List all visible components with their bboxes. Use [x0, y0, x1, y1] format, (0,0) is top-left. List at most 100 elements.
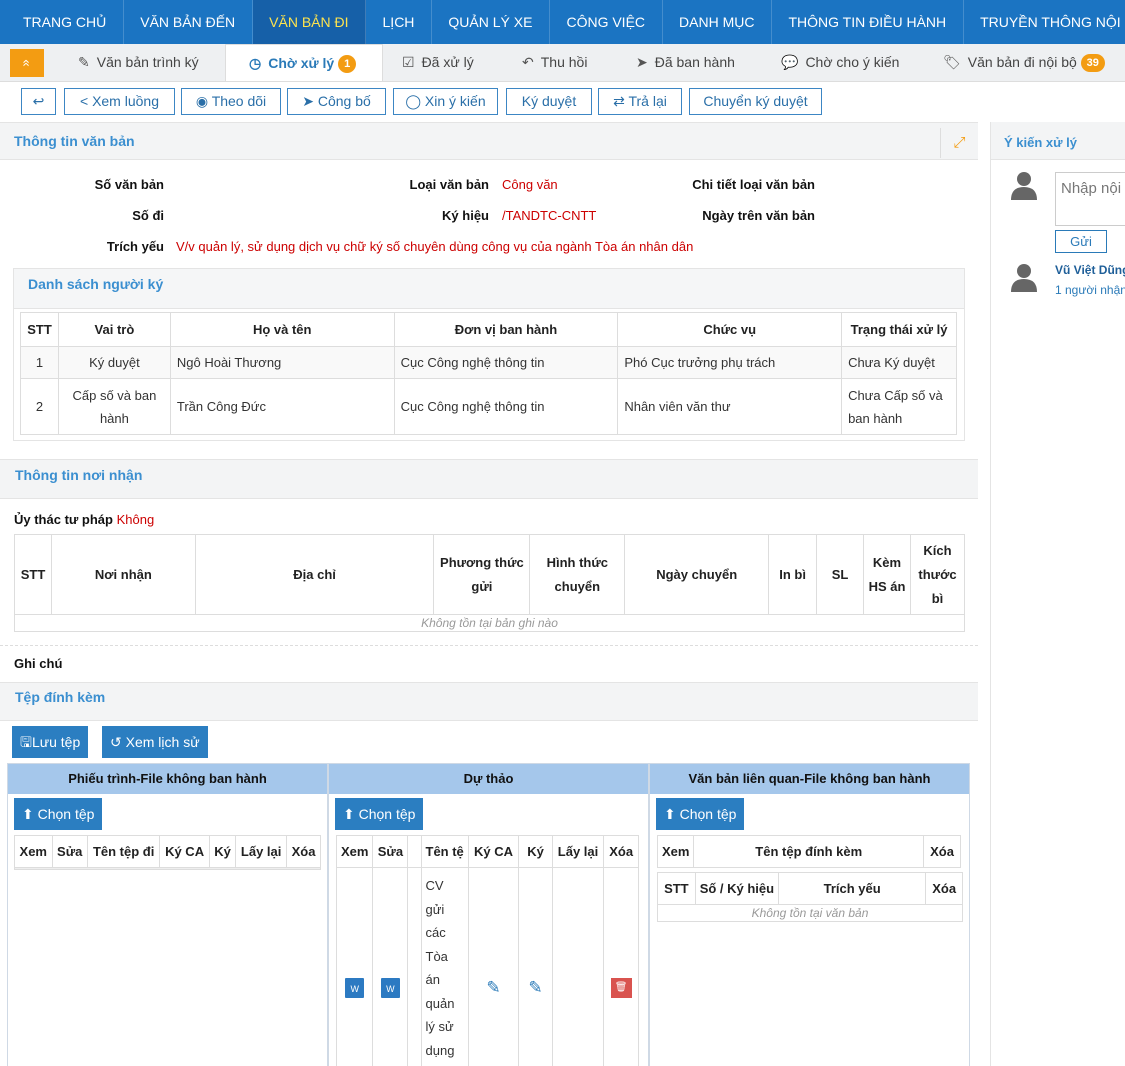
trash-icon[interactable]: 🗑: [610, 977, 632, 998]
tab-label: Văn bản đi nội bộ: [967, 54, 1077, 70]
button-label: Ký duyệt: [521, 93, 577, 109]
nav-truyen-thong-noi-bo[interactable]: TRUYỀN THÔNG NỘI BỘ: [964, 0, 1125, 44]
comment-input[interactable]: Nhập nội dung: [1055, 172, 1125, 226]
tab-van-ban-trinh-ky[interactable]: ✎ Văn bản trình ký: [78, 44, 199, 81]
nav-thong-tin-dieu-hanh[interactable]: THÔNG TIN ĐIỀU HÀNH: [772, 0, 964, 44]
ky-duyet-button[interactable]: Ký duyệt: [506, 88, 592, 115]
ky-hieu-label: Ký hiệu: [442, 208, 489, 223]
phieu-trinh-table: Xem Sửa Tên tệp đi Ký CA Ký Lấy lại Xóa: [14, 835, 321, 870]
word-file-icon[interactable]: W: [345, 977, 365, 998]
nav-van-ban-den[interactable]: VĂN BẢN ĐẾN: [124, 0, 253, 44]
table-row: 2 Cấp số và ban hành Trần Công Đức Cục C…: [20, 378, 957, 435]
button-label: Chọn tệp: [358, 806, 416, 822]
tab-van-ban-di-noi-bo[interactable]: 🏷 Văn bản đi nội bộ 39: [943, 44, 1105, 81]
tab-da-xu-ly[interactable]: ☑ Đã xử lý: [402, 44, 474, 81]
nav-quan-ly-xe[interactable]: QUẢN LÝ XE: [432, 0, 550, 44]
recipients-header: [0, 459, 978, 499]
back-button[interactable]: ↩: [21, 88, 56, 115]
xem-lich-su-button[interactable]: ↺ Xem lịch sử: [102, 726, 208, 758]
button-label: Chuyển ký duyệt: [703, 93, 808, 109]
col-header: Xóa: [923, 835, 961, 868]
button-label: Lưu tệp: [31, 734, 81, 750]
so-van-ban-label: Số văn bản: [94, 177, 164, 192]
count-badge: 39: [1080, 54, 1105, 72]
col-header: Sửa: [372, 835, 409, 868]
chi-tiet-loai-label: Chi tiết loại văn bản: [692, 177, 815, 192]
panel-title: Dự thảo: [329, 764, 648, 794]
col-header: Kích thước bì: [909, 534, 966, 615]
attachments-header: [0, 682, 978, 721]
edit-icon: ✎: [78, 54, 90, 70]
chon-tep-button[interactable]: ⬆ Chọn tệp: [14, 798, 103, 830]
col-header: Nơi nhận: [50, 534, 196, 615]
col-header: Vai trò: [57, 312, 171, 347]
collapse-button[interactable]: «: [10, 49, 44, 77]
col-header: STT: [20, 312, 59, 347]
tab-da-ban-hanh[interactable]: ➤ Đã ban hành: [636, 44, 735, 81]
send-icon: ➤: [636, 54, 648, 70]
luu-tep-button[interactable]: 🖫Lưu tệp: [12, 726, 89, 758]
comment-author[interactable]: Vũ Việt Dũng: [1055, 263, 1125, 277]
signers-table: STT Vai trò Họ và tên Đơn vị ban hành Ch…: [20, 312, 957, 435]
avatar-icon: [1011, 172, 1037, 200]
tra-lai-button[interactable]: ⇄ Trả lại: [598, 88, 682, 115]
nav-danh-muc[interactable]: DANH MỤC: [663, 0, 772, 44]
chon-tep-button[interactable]: ⬆ Chọn tệp: [335, 798, 424, 830]
checkbox-icon: ☑: [402, 54, 415, 70]
col-header: Xem: [335, 835, 374, 868]
signers-title: Danh sách người ký: [28, 276, 164, 292]
comment-meta[interactable]: 1 người nhận: [1055, 283, 1125, 297]
file-name[interactable]: CV gửi các Tòa án quản lý sử dụng: [420, 867, 469, 1066]
chuyen-ky-duyet-button[interactable]: Chuyển ký duyệt: [689, 88, 822, 115]
tab-thu-hoi[interactable]: ↶ Thu hồi: [522, 44, 587, 81]
nav-van-ban-di[interactable]: VĂN BẢN ĐI: [252, 0, 367, 44]
main-navbar: TRANG CHỦ VĂN BẢN ĐẾN VĂN BẢN ĐI LỊCH QU…: [0, 0, 1125, 44]
button-label: Chọn tệp: [37, 806, 95, 822]
send-icon: ➤: [302, 93, 314, 109]
trich-yeu-value: V/v quản lý, sử dụng dịch vụ chữ ký số c…: [176, 239, 694, 254]
xin-y-kien-button[interactable]: ◯ Xin ý kiến: [393, 88, 498, 115]
comment-icon: ◯: [405, 93, 422, 109]
table-cell: Cục Công nghệ thông tin: [393, 378, 619, 435]
du-thao-table: Xem Sửa Tên tệ Ký CA Ký Lấy lại Xóa W W …: [335, 835, 639, 1066]
save-icon: 🖫: [20, 734, 32, 750]
chon-tep-button[interactable]: ⬆ Chọn tệp: [656, 798, 745, 830]
uy-thac-label: Ủy thác tư pháp: [14, 512, 113, 527]
panel-title: Văn bản liên quan-File không ban hành: [650, 764, 969, 794]
history-icon: ↺: [110, 734, 122, 750]
tab-cho-cho-y-kien[interactable]: 💬 Chờ cho ý kiến: [781, 44, 899, 81]
avatar-icon: [1011, 264, 1037, 292]
lien-quan-sub-table: STT Số / Ký hiệu Trích yếu Xóa Không tồn…: [657, 872, 963, 922]
empty-message: Không tồn tại văn bản: [657, 904, 963, 922]
sign-ca-icon[interactable]: ✎: [484, 978, 503, 997]
xem-luong-button[interactable]: < Xem luồng: [64, 88, 175, 115]
button-label: Theo dõi: [211, 93, 267, 109]
col-header: Lấy lại: [235, 835, 288, 868]
col-header: Ký: [518, 835, 553, 868]
col-header: Tên tệ: [420, 835, 469, 868]
nav-cong-viec[interactable]: CÔNG VIỆC: [550, 0, 663, 44]
loai-van-ban-value: Công văn: [502, 177, 558, 192]
tab-label: Đã xử lý: [421, 54, 474, 70]
col-header: Xóa: [925, 872, 963, 905]
tab-label: Đã ban hành: [654, 54, 735, 70]
word-edit-icon[interactable]: W: [380, 977, 400, 998]
col-header: Sửa: [51, 835, 88, 868]
theo-doi-button[interactable]: ◉ Theo dõi: [181, 88, 281, 115]
table-row: W W CV gửi các Tòa án quản lý sử dụng ✎ …: [335, 867, 639, 1066]
col-header: Tên tệp đi: [86, 835, 161, 868]
sign-icon[interactable]: ✎: [526, 978, 545, 997]
retweet-icon: ⇄: [613, 93, 625, 109]
send-button[interactable]: Gửi: [1055, 230, 1107, 253]
nav-lich[interactable]: LỊCH: [366, 0, 432, 44]
col-header: Ký: [208, 835, 237, 868]
button-label: Công bố: [317, 93, 371, 109]
col-header: Xem: [14, 835, 53, 868]
cong-bo-button[interactable]: ➤ Công bố: [287, 88, 386, 115]
expand-icon[interactable]: ⤢: [940, 128, 978, 158]
nav-trang-chu[interactable]: TRANG CHỦ: [0, 0, 124, 44]
recipients-title: Thông tin nơi nhận: [15, 467, 143, 483]
ghi-chu-label: Ghi chú: [14, 656, 63, 671]
tab-cho-xu-ly[interactable]: ◷ Chờ xử lý 1: [225, 44, 383, 81]
col-header: STT: [14, 534, 52, 615]
